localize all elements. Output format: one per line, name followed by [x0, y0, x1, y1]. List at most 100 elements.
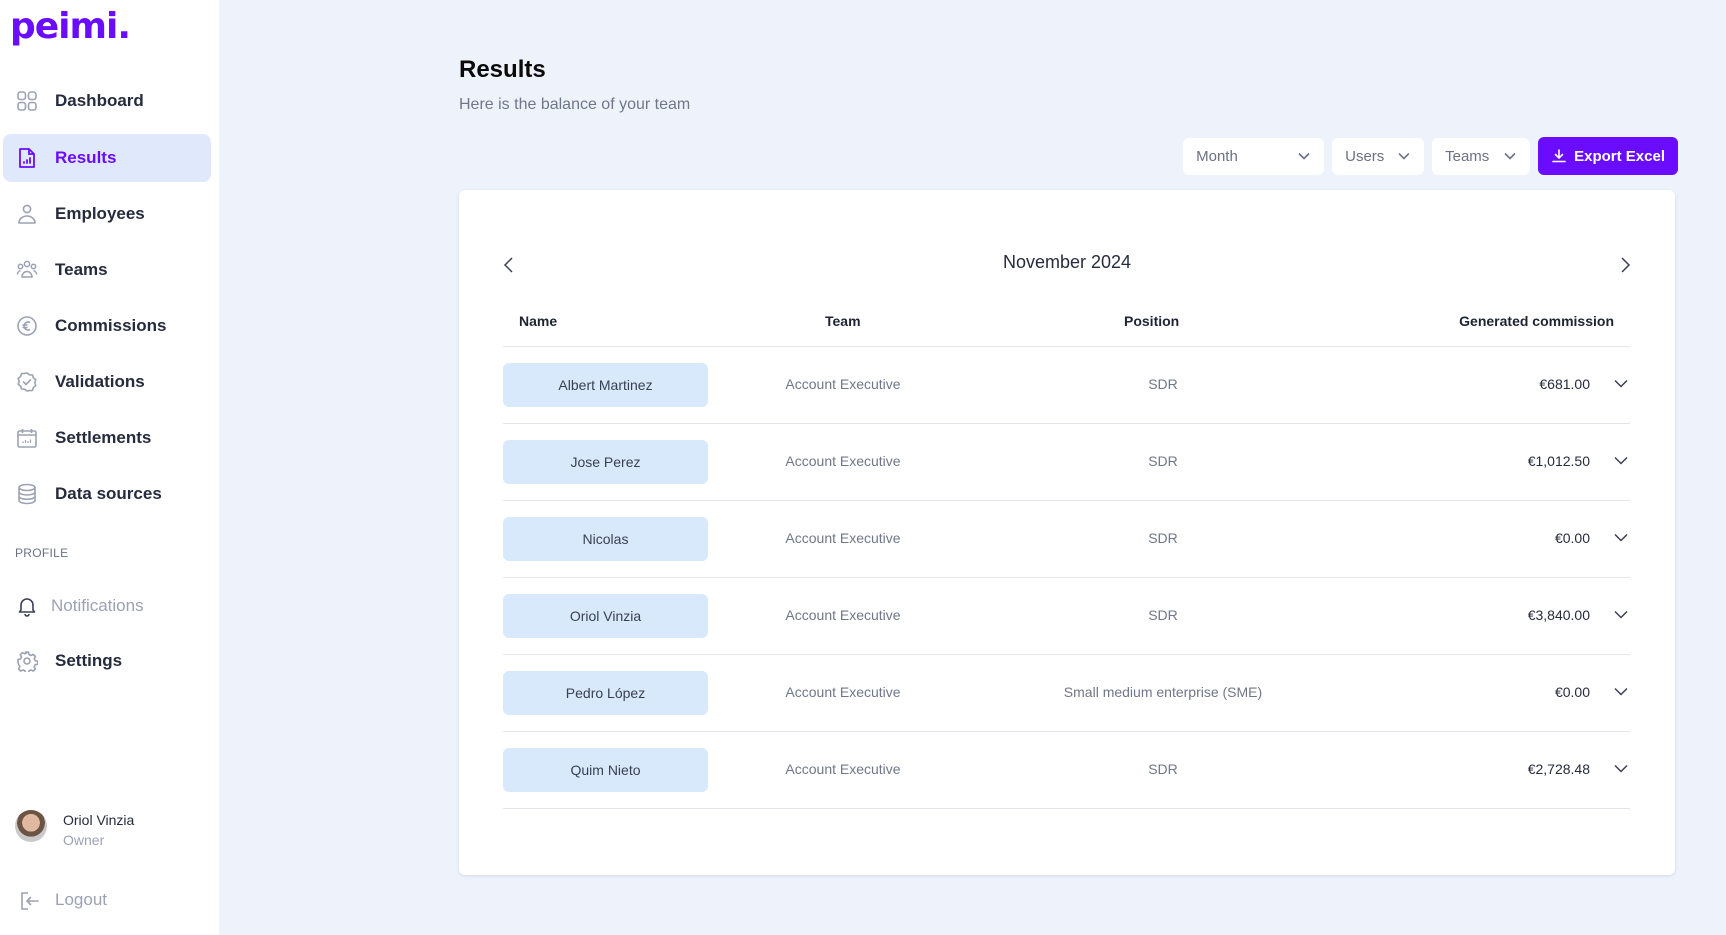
- export-excel-label: Export Excel: [1574, 147, 1665, 165]
- team-cell: Account Executive: [785, 684, 901, 700]
- table-row[interactable]: Jose Perez Account Executive SDR €1,012.…: [503, 424, 1630, 501]
- logout-icon: [21, 892, 39, 910]
- commission-amount: €3,840.00: [1527, 607, 1590, 623]
- chevron-down-icon[interactable]: [1614, 764, 1628, 773]
- filters-bar: Month Users Teams Export Excel: [1183, 137, 1678, 175]
- chevron-down-icon: [1398, 152, 1410, 160]
- chevron-down-icon[interactable]: [1614, 379, 1628, 388]
- table-row[interactable]: Quim Nieto Account Executive SDR €2,728.…: [503, 732, 1630, 809]
- position-cell: Small medium enterprise (SME): [1063, 684, 1263, 700]
- employee-name[interactable]: Jose Perez: [503, 440, 708, 484]
- table-row[interactable]: Nicolas Account Executive SDR €0.00: [503, 501, 1630, 578]
- team-cell: Account Executive: [785, 761, 901, 777]
- check-badge-icon: [17, 372, 37, 392]
- employee-name[interactable]: Pedro López: [503, 671, 708, 715]
- period-label: November 2024: [1002, 252, 1132, 272]
- team-cell: Account Executive: [785, 530, 901, 546]
- database-icon: [18, 483, 36, 505]
- month-select[interactable]: Month: [1183, 137, 1325, 175]
- month-select-value: Month: [1196, 147, 1238, 165]
- sidebar-item-label: Commissions: [55, 316, 167, 335]
- sidebar-item-commissions[interactable]: Commissions: [3, 302, 211, 350]
- position-cell: SDR: [1148, 607, 1178, 623]
- gear-icon: [17, 651, 38, 672]
- month-navigator: November 2024: [499, 250, 1635, 280]
- employee-name[interactable]: Albert Martinez: [503, 363, 708, 407]
- commission-amount: €0.00: [1554, 530, 1590, 546]
- employee-name[interactable]: Nicolas: [503, 517, 708, 561]
- table-row[interactable]: Oriol Vinzia Account Executive SDR €3,84…: [503, 578, 1630, 655]
- results-table: Name Team Position Generated commission …: [503, 300, 1630, 809]
- commission-amount: €681.00: [1539, 376, 1590, 392]
- avatar: [15, 810, 47, 842]
- sidebar-item-label: Settings: [55, 651, 123, 670]
- sidebar-item-dashboard[interactable]: Dashboard: [3, 77, 211, 125]
- sidebar-item-label: Notifications: [51, 596, 144, 615]
- chevron-right-icon[interactable]: [1615, 255, 1635, 275]
- column-header-commission: Generated commission: [1459, 313, 1614, 329]
- sidebar-item-validations[interactable]: Validations: [3, 358, 211, 406]
- sidebar-item-settlements[interactable]: Settlements: [3, 414, 211, 462]
- users-select[interactable]: Users: [1332, 137, 1425, 175]
- page-title: Results: [459, 56, 546, 83]
- table-header: Name Team Position Generated commission: [503, 300, 1630, 347]
- download-icon: [1552, 149, 1566, 163]
- sidebar-item-label: Teams: [55, 260, 108, 279]
- position-cell: SDR: [1148, 761, 1178, 777]
- commission-amount: €0.00: [1554, 684, 1590, 700]
- column-header-position: Position: [1124, 313, 1180, 329]
- user-profile[interactable]: Oriol Vinzia Owner: [15, 810, 215, 850]
- sidebar-item-label: Data sources: [55, 484, 162, 503]
- column-header-name: Name: [519, 313, 558, 329]
- bell-icon: [18, 598, 36, 617]
- position-cell: SDR: [1148, 376, 1178, 392]
- sidebar-item-label: Settlements: [55, 428, 152, 447]
- results-card: November 2024 Name Team Position Generat…: [459, 190, 1675, 875]
- user-icon: [18, 204, 36, 224]
- table-row[interactable]: Pedro López Account Executive Small medi…: [503, 655, 1630, 732]
- sidebar-item-label: Validations: [55, 372, 145, 391]
- sidebar-item-notifications[interactable]: Notifications: [3, 582, 211, 630]
- calendar-icon: [17, 429, 37, 448]
- team-cell: Account Executive: [785, 607, 901, 623]
- users-group-icon: [16, 260, 38, 278]
- export-excel-button[interactable]: Export Excel: [1538, 137, 1678, 175]
- team-cell: Account Executive: [785, 376, 901, 392]
- sidebar-item-label: Results: [55, 148, 117, 167]
- page-subtitle: Here is the balance of your team: [459, 96, 691, 113]
- sidebar-item-results[interactable]: Results: [3, 134, 211, 182]
- users-select-value: Users: [1345, 147, 1385, 165]
- sidebar: peimi. Dashboard Results Employees Teams…: [0, 0, 219, 935]
- grid-icon: [17, 91, 37, 111]
- commission-amount: €1,012.50: [1527, 453, 1590, 469]
- table-body: Albert Martinez Account Executive SDR €6…: [503, 347, 1630, 809]
- team-cell: Account Executive: [785, 453, 901, 469]
- euro-icon: [17, 316, 37, 336]
- user-role: Owner: [63, 832, 105, 848]
- document-chart-icon: [19, 148, 35, 168]
- chevron-down-icon[interactable]: [1614, 610, 1628, 619]
- column-header-team: Team: [825, 313, 861, 329]
- sidebar-item-label: Employees: [55, 204, 145, 223]
- chevron-down-icon: [1504, 152, 1516, 160]
- chevron-down-icon[interactable]: [1614, 533, 1628, 542]
- sidebar-item-employees[interactable]: Employees: [3, 190, 211, 238]
- sidebar-item-settings[interactable]: Settings: [3, 637, 211, 685]
- position-cell: SDR: [1148, 453, 1178, 469]
- employee-name[interactable]: Quim Nieto: [503, 748, 708, 792]
- chevron-down-icon: [1298, 152, 1310, 160]
- teams-select-value: Teams: [1445, 147, 1490, 165]
- position-cell: SDR: [1148, 530, 1178, 546]
- employee-name[interactable]: Oriol Vinzia: [503, 594, 708, 638]
- chevron-down-icon[interactable]: [1614, 456, 1628, 465]
- logout-label: Logout: [55, 890, 107, 909]
- teams-select[interactable]: Teams: [1432, 137, 1531, 175]
- commission-amount: €2,728.48: [1527, 761, 1590, 777]
- brand-logo[interactable]: peimi.: [10, 6, 131, 47]
- profile-section-label: PROFILE: [15, 546, 69, 560]
- sidebar-item-data-sources[interactable]: Data sources: [3, 470, 211, 518]
- logout-button[interactable]: Logout: [3, 877, 211, 925]
- table-row[interactable]: Albert Martinez Account Executive SDR €6…: [503, 347, 1630, 424]
- chevron-down-icon[interactable]: [1614, 687, 1628, 696]
- sidebar-item-teams[interactable]: Teams: [3, 246, 211, 294]
